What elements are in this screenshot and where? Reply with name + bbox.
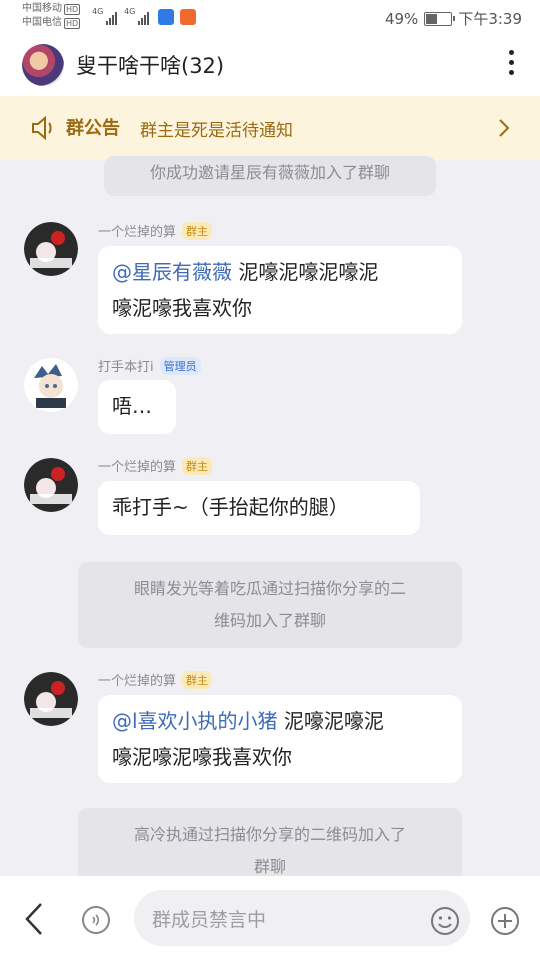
chat-header: 叟干啥干啥(32) [0,34,540,96]
input-bar: 群成员禁言中 [0,876,540,960]
message-bubble[interactable]: 乖打手~（手抬起你的腿） [98,481,420,535]
nickname[interactable]: 一个烂掉的算 [98,456,176,475]
emoji-icon[interactable] [430,906,460,940]
mention-link[interactable]: @星辰有薇薇 [112,260,232,284]
nickname[interactable]: 一个烂掉的算 [98,221,176,240]
message-input[interactable]: 群成员禁言中 [134,890,470,946]
app-notification-icon [180,9,196,25]
message-bubble[interactable]: @l喜欢小执的小猪 泥嚎泥嚎泥 嚎泥嚎泥嚎我喜欢你 [98,695,462,783]
group-announcement[interactable]: 群公告 群主是死是活待通知 [0,96,540,160]
message-text: 泥嚎泥嚎泥 [277,709,384,733]
message-text: 嚎泥嚎泥嚎我喜欢你 [112,745,292,769]
back-arrow-icon[interactable] [24,902,44,940]
hd-badge: HD [64,3,81,15]
signal-icon: 4G [92,7,118,25]
announcement-title: 群公告 [66,118,120,139]
message-header: 一个烂掉的算 群主 [98,670,213,689]
system-message: 你成功邀请星辰有薇薇加入了群聊 [104,156,436,196]
message-header: 一个烂掉的算 群主 [98,221,213,240]
avatar[interactable] [24,222,78,276]
message-text: 泥嚎泥嚎泥嚎泥 [232,260,379,284]
mention-link[interactable]: @l喜欢小执的小猪 [112,709,278,733]
owner-tag: 群主 [182,221,213,240]
message-header: 一个烂掉的算 群主 [98,456,213,475]
speaker-icon [30,115,56,144]
message-text: 唔… [112,394,152,418]
status-right: 49% 下午3:39 [385,8,522,29]
avatar[interactable] [24,672,78,726]
owner-tag: 群主 [182,456,213,475]
avatar[interactable] [24,358,78,412]
more-menu-icon[interactable] [504,50,518,80]
message-text: 乖打手~（手抬起你的腿） [112,495,349,519]
plus-icon[interactable] [490,906,520,940]
message-text: 嚎泥嚎我喜欢你 [112,296,252,320]
status-bar: 中国移动 HD 中国电信 HD 4G 4G 49% 下午3:39 [0,0,540,34]
battery-percent: 49% [384,9,419,28]
carrier-2: 中国电信 [22,17,62,28]
group-title[interactable]: 叟干啥干啥(32) [76,50,224,80]
nickname[interactable]: 一个烂掉的算 [98,670,176,689]
carrier-info: 中国移动 HD 中国电信 HD [22,2,81,30]
message-header: 打手本打i 管理员 [98,356,201,375]
chevron-right-icon [498,118,510,142]
battery-icon [424,11,456,26]
nickname[interactable]: 打手本打i [98,356,154,375]
clock: 下午3:39 [458,10,522,28]
owner-tag: 群主 [182,670,213,689]
message-bubble[interactable]: 唔… [98,380,176,434]
announcement-text: 群主是死是活待通知 [140,121,293,141]
hd-badge: HD [64,17,81,29]
signal-icon: 4G [124,7,150,25]
carrier-1: 中国移动 [22,3,62,14]
voice-input-icon[interactable] [82,906,110,934]
input-placeholder: 群成员禁言中 [152,909,267,931]
group-avatar[interactable] [22,44,64,86]
message-bubble[interactable]: @星辰有薇薇 泥嚎泥嚎泥嚎泥 嚎泥嚎我喜欢你 [98,246,462,334]
system-message: 眼睛发光等着吃瓜通过扫描你分享的二 维码加入了群聊 [78,562,462,648]
shield-app-icon [158,9,174,25]
admin-tag: 管理员 [159,356,201,375]
avatar[interactable] [24,458,78,512]
